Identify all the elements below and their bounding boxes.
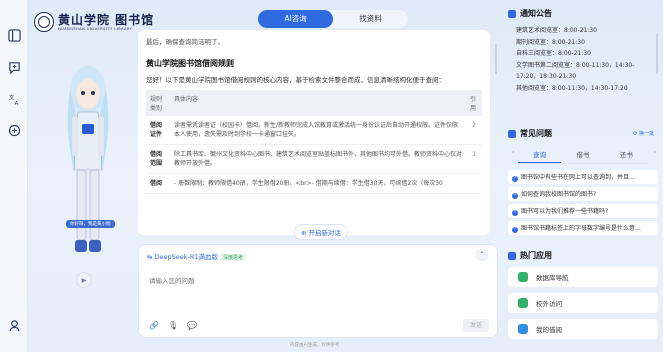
faq-tabs: 查询 借书 还书	[518, 149, 648, 164]
notice-list: 建筑艺术阅览室：8:00-21:30 期刊阅览室：8:00-21:30 自科三阅…	[508, 25, 658, 95]
faq-tab-borrow[interactable]: 借书	[561, 149, 604, 163]
prev-arrow-icon[interactable]: ‹	[512, 149, 514, 156]
app-label: 校外访问	[536, 300, 562, 308]
disclaimer: 内容由AI生成，仅供参考	[290, 343, 340, 348]
deep-think-badge[interactable]: 深度思考	[220, 254, 247, 261]
faq-item[interactable]: 图书馆中有些书在网上可以查询到，并且…	[508, 170, 658, 184]
next-arrow-icon[interactable]: ›	[654, 149, 656, 156]
model-name: DeepSeek-R1满血版	[154, 253, 219, 261]
apps-icon	[508, 251, 516, 260]
answer-intro: 您好！以下是黄山学院图书馆借阅规则的核心内容，基于检索文件整合而成，信息清晰结构…	[146, 76, 445, 84]
new-chat-icon[interactable]	[7, 60, 21, 74]
notice-item[interactable]: 17:20，18:30-21:30	[516, 71, 658, 83]
table-header: 规则类别 具体内容 引用	[146, 90, 482, 116]
book-icon	[518, 324, 528, 334]
notice-icon	[508, 9, 516, 18]
app-my-borrowing[interactable]: 我的借阅	[508, 319, 658, 339]
attach-icon[interactable]: 🔗	[149, 321, 159, 330]
faq-panel: 常见问题 ⟳ 换一批 ‹ › 查询 借书 还书 图书馆中有些书在网上可以查询到，…	[508, 128, 658, 240]
new-chat-button[interactable]: ⊕ 开启新对话	[294, 224, 349, 240]
faq-tab-return[interactable]: 还书	[605, 149, 648, 163]
row-category: 借阅证件	[146, 116, 170, 145]
translate-icon[interactable]: 文A	[7, 92, 21, 106]
robot-avatar	[67, 66, 109, 252]
library-logo: 黄山学院 图书馆 HUANGSHAN UNIVERSITY LIBRARY	[34, 12, 154, 32]
faq-item[interactable]: 如何查询我校图书馆的图书?	[508, 187, 658, 201]
sidebar-toggle-icon[interactable]	[7, 28, 21, 42]
row-ref[interactable]: 1	[466, 144, 482, 174]
app-label: 数据库导航	[536, 274, 569, 282]
tab-find-resources[interactable]: 找资料	[333, 10, 408, 28]
chat-bubble-icon[interactable]: 💬	[187, 321, 197, 330]
faq-list: 图书馆中有些书在网上可以查询到，并且… 如何查询我校图书馆的图书? 图书可以为我…	[508, 170, 658, 235]
header-ref: 引用	[466, 90, 482, 116]
notice-item[interactable]: 期刊阅览室：8:00-21:30	[516, 37, 658, 49]
collapse-icon[interactable]: ⌃	[475, 249, 489, 261]
database-icon	[518, 272, 528, 282]
notice-panel: 通知公告 建筑艺术阅览室：8:00-21:30 期刊阅览室：8:00-21:30…	[508, 8, 658, 114]
previous-text: 最后，确保查询简洁明了。	[146, 38, 224, 46]
app-database-nav[interactable]: 数据库导航	[508, 267, 658, 287]
question-input[interactable]	[149, 275, 487, 305]
faq-item[interactable]: 图书可以为我们推荐一些书籍吗?	[508, 204, 658, 218]
chat-scrollbar[interactable]	[495, 44, 497, 74]
microphone-icon[interactable]: 🎙	[168, 321, 178, 330]
tab-ai-consult[interactable]: AI咨询	[258, 10, 333, 28]
input-panel: ⇆ DeepSeek-R1满血版深度思考 ⌃ 🔗 🎙 💬 发送	[138, 244, 498, 338]
faq-tab-query[interactable]: 查询	[518, 149, 562, 163]
model-selector[interactable]: ⇆ DeepSeek-R1满血版 深度思考	[147, 251, 247, 261]
row-category: 借阅范围	[146, 144, 170, 174]
app-label: 我的借阅	[536, 326, 562, 334]
university-seal-icon	[34, 12, 54, 32]
app-off-campus-access[interactable]: 校外访问	[508, 293, 658, 313]
faq-icon	[508, 129, 516, 138]
robot-label: 你好呀，我是黄小图	[66, 220, 115, 228]
answer-heading: 黄山学院图书馆借阅规则	[146, 59, 234, 68]
globe-icon	[518, 298, 528, 308]
row-content: 读者需凭读者证（校园卡）借阅。新生/新教师完成入馆教育或激活统一身份认证后自动开…	[170, 116, 466, 145]
mode-tabs: AI咨询 找资料	[258, 10, 408, 28]
notice-item[interactable]: 其他阅览室：8:00-11:30，14:30-17:20	[516, 83, 658, 95]
input-tools: 🔗 🎙 💬	[149, 321, 197, 330]
header-content: 具体内容	[170, 90, 466, 116]
row-ref	[466, 173, 482, 194]
notice-scrollbar[interactable]	[656, 34, 658, 74]
table-row: 借阅证件 读者需凭读者证（校园卡）借阅。新生/新教师完成入馆教育或激活统一身份认…	[146, 116, 482, 145]
chat-area: 最后，确保查询简洁明了。 黄山学院图书馆借阅规则 您好！以下是黄山学院图书馆借阅…	[138, 30, 498, 235]
refresh-faq-button[interactable]: ⟳ 换一批	[633, 130, 654, 137]
send-button[interactable]: 发送	[463, 319, 489, 332]
user-settings-icon[interactable]	[7, 318, 21, 332]
row-content: - 册数限制：教师限借40册，学生限借20册。<br>- 借期与续借：学生借30…	[170, 173, 466, 194]
notice-item[interactable]: 自科三阅览室：8:00-21:30	[516, 48, 658, 60]
new-chat-icon-small: ⊕	[301, 229, 309, 237]
hot-apps-panel: 热门应用 数据库导航 校外访问 我的借阅	[508, 250, 658, 339]
switch-icon: ⇆	[147, 253, 155, 261]
header-category: 规则类别	[146, 90, 170, 116]
new-chat-label: 开启新对话	[308, 229, 342, 237]
logo-title: 黄山学院 图书馆	[58, 12, 155, 27]
faq-item[interactable]: 图书馆书籍标签上的字母数字编号是什么意…	[508, 221, 658, 235]
left-rail: 文A	[0, 0, 28, 352]
play-icon[interactable]: ▶	[76, 272, 92, 288]
table-row: 借阅范围 除工具书库、徽州文化资料中心图书、建筑艺术阅览室贴蓝标图书外，其他图书…	[146, 144, 482, 174]
row-ref[interactable]: 2	[466, 116, 482, 145]
answer-card: 最后，确保查询简洁明了。 黄山学院图书馆借阅规则 您好！以下是黄山学院图书馆借阅…	[138, 30, 490, 235]
rules-table: 规则类别 具体内容 引用 借阅证件 读者需凭读者证（校园卡）借阅。新生/新教师完…	[146, 90, 482, 194]
row-content: 除工具书库、徽州文化资料中心图书、建筑艺术阅览室贴蓝标图书外，其他图书均可外借。…	[170, 144, 466, 174]
apps-title: 热门应用	[520, 251, 552, 260]
svg-text:A: A	[14, 101, 18, 106]
notice-item[interactable]: 建筑艺术阅览室：8:00-21:30	[516, 25, 658, 37]
row-category: 借阅	[146, 173, 170, 194]
refresh-label: 换一批	[638, 131, 654, 137]
notice-item[interactable]: 文学图书第二阅览室：8:00-11:30，14:30-	[516, 60, 658, 72]
add-agent-icon[interactable]	[7, 123, 21, 137]
notice-title: 通知公告	[520, 9, 552, 18]
faq-title: 常见问题	[520, 129, 552, 138]
table-row: 借阅 - 册数限制：教师限借40册，学生限借20册。<br>- 借期与续借：学生…	[146, 173, 482, 194]
